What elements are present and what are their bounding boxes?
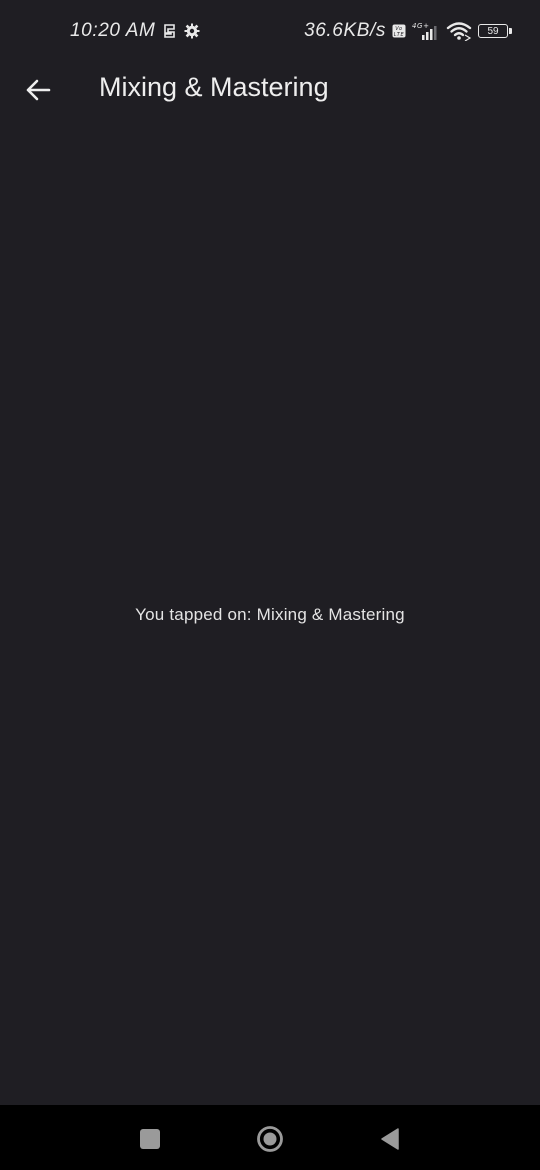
notification-icon: [163, 23, 176, 39]
wifi-icon: [446, 21, 472, 41]
square-icon: [140, 1129, 160, 1149]
arrow-left-icon: [26, 79, 51, 101]
status-bar-right: 36.6KB/s Vo LTE 4G+ 59: [304, 20, 512, 42]
signal-icon: 4G+: [412, 21, 440, 41]
battery-icon: 59: [478, 24, 512, 38]
network-speed: 36.6KB/s: [304, 20, 386, 41]
status-bar: 10:20 AM 36.6KB/s Vo LTE 4G+ 59: [0, 0, 540, 62]
page-title: Mixing & Mastering: [99, 72, 329, 102]
navigation-bar: [0, 1105, 540, 1170]
app-bar: Mixing & Mastering: [0, 62, 540, 118]
gear-icon: [184, 23, 200, 39]
status-time: 10:20 AM: [70, 20, 156, 41]
home-button[interactable]: [252, 1121, 288, 1157]
screen: 10:20 AM 36.6KB/s Vo LTE 4G+ 59 Mixing &…: [0, 0, 540, 1170]
volte-icon: Vo LTE: [392, 24, 406, 38]
nav-back-button[interactable]: [372, 1121, 408, 1157]
status-bar-left: 10:20 AM: [70, 20, 200, 42]
triangle-back-icon: [381, 1128, 399, 1150]
back-button[interactable]: [18, 70, 58, 110]
tapped-message: You tapped on: Mixing & Mastering: [135, 605, 405, 624]
circle-icon: [257, 1126, 283, 1152]
network-type-label: 4G+: [412, 22, 430, 30]
svg-text:LTE: LTE: [394, 32, 405, 38]
battery-level: 59: [487, 25, 499, 37]
recents-button[interactable]: [132, 1121, 168, 1157]
